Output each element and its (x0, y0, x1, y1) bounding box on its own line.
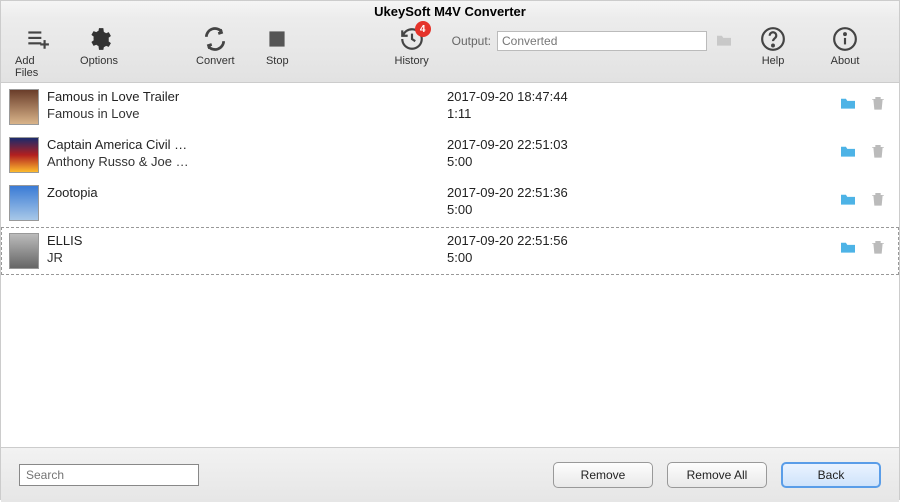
list-item[interactable]: Zootopia 2017-09-20 22:51:36 5:00 (1, 179, 899, 227)
delete-button[interactable] (871, 191, 885, 210)
item-date: 2017-09-20 18:47:44 (447, 89, 747, 104)
convert-button[interactable]: Convert (193, 23, 237, 67)
history-label: History (395, 55, 429, 67)
item-date: 2017-09-20 22:51:03 (447, 137, 747, 152)
item-date: 2017-09-20 22:51:56 (447, 233, 747, 248)
back-button[interactable]: Back (781, 462, 881, 488)
open-folder-button[interactable] (839, 144, 857, 161)
open-folder-button[interactable] (839, 192, 857, 209)
file-list: Famous in Love Trailer Famous in Love 20… (1, 83, 899, 447)
item-duration: 5:00 (447, 154, 747, 169)
about-icon (832, 23, 858, 55)
about-button[interactable]: About (823, 23, 867, 67)
open-folder-button[interactable] (839, 240, 857, 257)
help-button[interactable]: Help (751, 23, 795, 67)
item-subtitle: Famous in Love (47, 106, 447, 121)
history-icon: 4 (399, 23, 425, 55)
item-duration: 1:11 (447, 106, 747, 121)
delete-button[interactable] (871, 239, 885, 258)
list-item[interactable]: Captain America Civil … Anthony Russo & … (1, 131, 899, 179)
open-folder-button[interactable] (839, 96, 857, 113)
stop-label: Stop (266, 55, 289, 67)
thumbnail (9, 89, 39, 125)
delete-button[interactable] (871, 143, 885, 162)
browse-folder-button[interactable] (715, 33, 733, 50)
add-files-button[interactable]: Add Files (15, 23, 59, 79)
help-icon (760, 23, 786, 55)
options-button[interactable]: Options (77, 23, 121, 67)
help-label: Help (762, 55, 785, 67)
item-subtitle: JR (47, 250, 447, 265)
item-title: Zootopia (47, 185, 447, 200)
about-label: About (831, 55, 860, 67)
options-label: Options (80, 55, 118, 67)
stop-icon (264, 23, 290, 55)
remove-button[interactable]: Remove (553, 462, 653, 488)
stop-button[interactable]: Stop (255, 23, 299, 67)
item-subtitle: Anthony Russo & Joe … (47, 154, 447, 169)
add-files-label: Add Files (15, 55, 59, 79)
output-label: Output: (452, 34, 491, 48)
item-title: Captain America Civil … (47, 137, 447, 152)
history-badge: 4 (415, 21, 431, 37)
output-path-field[interactable]: Converted (497, 31, 707, 51)
search-input[interactable] (19, 464, 199, 486)
history-button[interactable]: 4 History (390, 23, 434, 67)
item-title: Famous in Love Trailer (47, 89, 447, 104)
app-title: UkeySoft M4V Converter (1, 1, 899, 19)
item-date: 2017-09-20 22:51:36 (447, 185, 747, 200)
add-files-icon (24, 23, 50, 55)
item-duration: 5:00 (447, 250, 747, 265)
convert-label: Convert (196, 55, 235, 67)
delete-button[interactable] (871, 95, 885, 114)
toolbar: Add Files Options Convert Stop 4 (1, 19, 899, 83)
gear-icon (86, 23, 112, 55)
item-title: ELLIS (47, 233, 447, 248)
list-item[interactable]: Famous in Love Trailer Famous in Love 20… (1, 83, 899, 131)
remove-all-button[interactable]: Remove All (667, 462, 767, 488)
thumbnail (9, 233, 39, 269)
footer-bar: Remove Remove All Back (1, 447, 899, 502)
thumbnail (9, 185, 39, 221)
thumbnail (9, 137, 39, 173)
item-duration: 5:00 (447, 202, 747, 217)
list-item[interactable]: ELLIS JR 2017-09-20 22:51:56 5:00 (1, 227, 899, 275)
convert-icon (202, 23, 228, 55)
